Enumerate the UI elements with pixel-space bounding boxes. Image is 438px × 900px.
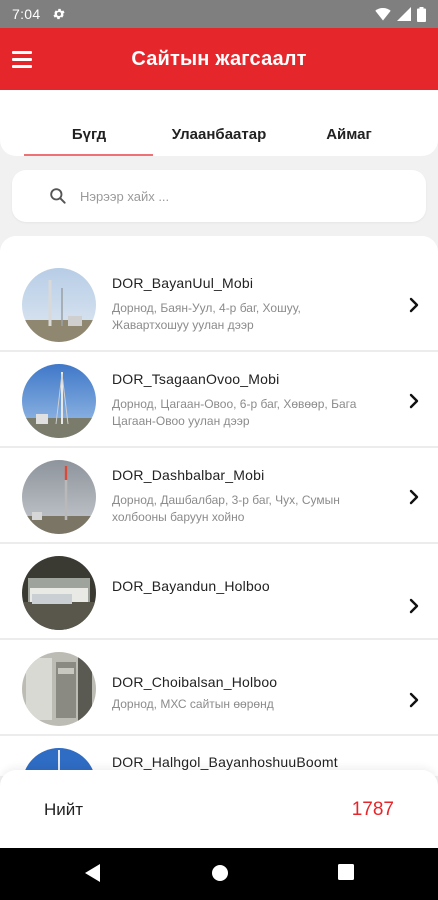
site-address: Дорнод, Баян-Уул, 4-р баг, Хошуу, Жаварт…: [112, 301, 301, 332]
list-item[interactable]: DOR_TsagaanOvoo_Mobi Дорнод, Цагаан-Овоо…: [0, 352, 438, 448]
gear-icon: [53, 8, 65, 20]
list-item[interactable]: DOR_Choibalsan_Holboo Дорнод, МХС сайтын…: [0, 640, 438, 736]
page-title: Сайтын жагсаалт: [131, 47, 307, 70]
signal-icon: [397, 7, 411, 21]
site-name: DOR_Choibalsan_Holboo: [112, 674, 278, 690]
search-input[interactable]: [80, 188, 380, 204]
chevron-right-icon: [409, 598, 419, 614]
status-time: 7:04: [12, 6, 41, 22]
battery-icon: [417, 6, 426, 22]
site-photo: [22, 460, 96, 534]
tab-all[interactable]: Бүгд: [24, 126, 154, 143]
tab-indicator: [24, 154, 153, 156]
site-address: Дорнод, МХС сайтын өөрөнд: [112, 697, 274, 711]
site-name: DOR_TsagaanOvoo_Mobi: [112, 371, 280, 387]
back-icon[interactable]: [82, 862, 102, 884]
site-photo: [22, 556, 96, 630]
system-nav-bar: [0, 848, 438, 900]
site-name: DOR_Bayandun_Holboo: [112, 578, 270, 594]
tab-bar: Бүгд Улаанбаатар Аймаг: [0, 90, 438, 156]
app-bar: Сайтын жагсаалт: [0, 28, 438, 90]
menu-icon[interactable]: [12, 46, 38, 72]
site-address: Дорнод, Цагаан-Овоо, 6-р баг, Хөвөөр, Ба…: [112, 397, 357, 428]
site-photo: [22, 652, 96, 726]
chevron-right-icon: [409, 489, 419, 505]
recents-icon[interactable]: [336, 862, 356, 882]
chevron-right-icon: [409, 393, 419, 409]
list-item[interactable]: DOR_BayanUul_Mobi Дорнод, Баян-Уул, 4-р …: [0, 256, 438, 352]
site-photo: [22, 268, 96, 342]
search-box: [12, 170, 426, 222]
list-item[interactable]: DOR_Dashbalbar_Mobi Дорнод, Дашбалбар, 3…: [0, 448, 438, 544]
site-list: DOR_BayanUul_Mobi Дорнод, Баян-Уул, 4-р …: [0, 236, 438, 776]
site-name: DOR_BayanUul_Mobi: [112, 275, 254, 291]
tab-aimag[interactable]: Аймаг: [284, 126, 414, 143]
total-value: 1787: [351, 799, 394, 820]
site-address: Дорнод, Дашбалбар, 3-р баг, Чух, Сумын х…: [112, 493, 340, 524]
total-bar: Нийт 1787: [0, 770, 438, 848]
site-name: DOR_Dashbalbar_Mobi: [112, 467, 265, 483]
wifi-icon: [375, 8, 391, 21]
total-label: Нийт: [44, 800, 84, 819]
site-name: DOR_Halhgol_BayanhoshuuBoomt: [112, 754, 338, 770]
site-photo: [22, 364, 96, 438]
tab-ulaanbaatar[interactable]: Улаанбаатар: [154, 126, 284, 143]
chevron-right-icon: [409, 297, 419, 313]
search-icon: [50, 188, 66, 204]
status-bar: 7:04: [0, 0, 438, 28]
home-icon[interactable]: [209, 862, 231, 884]
chevron-right-icon: [409, 692, 419, 708]
list-item[interactable]: DOR_Bayandun_Holboo: [0, 544, 438, 640]
